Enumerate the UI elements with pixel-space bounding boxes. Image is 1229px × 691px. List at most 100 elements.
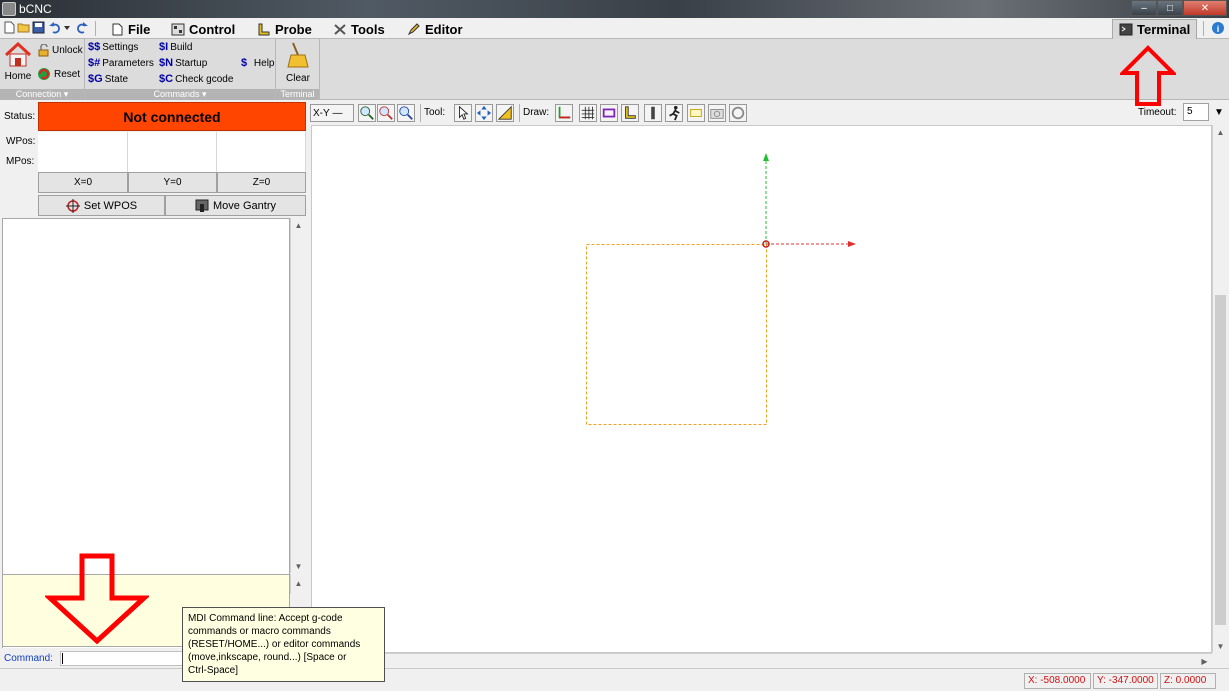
- zero-y-label: Y=0: [163, 177, 182, 188]
- grid-icon[interactable]: [579, 104, 597, 122]
- bcnc-window: bCNC – □ ✕ File Control Probe Tools Edit…: [0, 0, 1229, 691]
- zero-z-label: Z=0: [252, 177, 271, 188]
- state-button[interactable]: $G State: [88, 73, 128, 85]
- connection-group-label[interactable]: Connection ▾: [0, 89, 84, 100]
- timeout-value: 5: [1187, 106, 1193, 117]
- annotation-up-arrow: [1120, 45, 1176, 106]
- axes-icon[interactable]: [555, 104, 573, 122]
- x-coordinate-value: X: -508.0000: [1028, 675, 1086, 686]
- undo-dropdown-icon[interactable]: [63, 21, 71, 34]
- ruler-icon[interactable]: [496, 104, 514, 122]
- new-file-icon[interactable]: [3, 21, 16, 34]
- workarea-icon[interactable]: [644, 104, 662, 122]
- help-info-icon[interactable]: i: [1211, 21, 1225, 35]
- tools-icon: [334, 23, 346, 35]
- z-coordinate-readout: Z: 0.0000: [1160, 673, 1216, 689]
- y-coordinate-readout: Y: -347.0000: [1093, 673, 1158, 689]
- undo-icon[interactable]: [48, 21, 61, 34]
- maximize-button[interactable]: □: [1157, 0, 1183, 16]
- y-coordinate-value: Y: -347.0000: [1097, 675, 1154, 686]
- gcode-canvas[interactable]: [311, 125, 1212, 653]
- margins-icon[interactable]: [600, 104, 618, 122]
- paths-icon[interactable]: [687, 104, 705, 122]
- build-code: $I: [159, 41, 169, 53]
- commands-group-label[interactable]: Commands ▾: [85, 89, 275, 100]
- save-icon[interactable]: [32, 21, 45, 34]
- tooltip-line: commands or macro commands: [188, 626, 331, 637]
- tab-editor-label: Editor: [425, 21, 463, 37]
- scroll-right-icon[interactable]: ▶: [1197, 654, 1212, 668]
- scroll-thumb[interactable]: [1215, 295, 1226, 625]
- view-select[interactable]: X-Y —: [310, 104, 354, 122]
- zoom-fit-icon[interactable]: [397, 104, 415, 122]
- canvas-horizontal-scrollbar[interactable]: ▶: [311, 653, 1212, 668]
- connection-group: Home Unlock Reset Connection ▾: [0, 39, 85, 100]
- home-label: Home: [4, 71, 32, 82]
- probe-draw-icon[interactable]: [621, 104, 639, 122]
- open-folder-icon[interactable]: [17, 21, 30, 34]
- broom-icon: [287, 42, 309, 68]
- help-button[interactable]: $ Help: [241, 57, 274, 69]
- scroll-down-icon[interactable]: ▼: [1213, 639, 1228, 653]
- ribbon: Home Unlock Reset Connection ▾ $$ Setting…: [0, 39, 1229, 100]
- reset-icon: [38, 68, 50, 80]
- file-icon: [112, 23, 123, 35]
- scroll-up-icon[interactable]: ▲: [291, 218, 306, 232]
- select-cursor-icon[interactable]: [454, 104, 472, 122]
- canvas-vertical-scrollbar[interactable]: ▲ ▼: [1212, 125, 1227, 653]
- unlock-button[interactable]: Unlock: [37, 44, 83, 57]
- terminal-scrollbar[interactable]: ▲ ▼: [290, 218, 306, 573]
- tab-probe-label: Probe: [275, 21, 312, 37]
- home-button[interactable]: Home: [3, 41, 33, 82]
- redraw-icon[interactable]: [729, 104, 747, 122]
- unlock-icon: [38, 44, 49, 57]
- timeout-dropdown-icon[interactable]: ▼: [1211, 103, 1227, 121]
- mpos-label: MPos:: [6, 156, 35, 167]
- redo-icon[interactable]: [76, 21, 89, 34]
- zero-x-button[interactable]: X=0: [38, 172, 128, 193]
- zero-z-button[interactable]: Z=0: [217, 172, 306, 193]
- app-icon: [2, 2, 16, 16]
- tab-editor[interactable]: Editor: [407, 20, 463, 38]
- minimize-button[interactable]: –: [1131, 0, 1157, 16]
- tab-control[interactable]: Control: [171, 20, 235, 38]
- rapid-motion-icon[interactable]: [665, 104, 683, 122]
- check-gcode-label: Check gcode: [175, 73, 234, 85]
- startup-button[interactable]: $N Startup: [159, 57, 207, 69]
- scroll-up-icon[interactable]: ▲: [1213, 125, 1228, 139]
- zoom-in-icon[interactable]: [358, 104, 376, 122]
- commands-group-text: Commands: [153, 89, 200, 99]
- move-gantry-button[interactable]: Move Gantry: [165, 195, 306, 216]
- reset-label: Reset: [54, 68, 81, 80]
- tool-label: Tool:: [424, 107, 446, 118]
- separator: [420, 104, 421, 122]
- buffer-scrollbar[interactable]: ▲: [290, 574, 306, 594]
- gantry-icon: [195, 199, 209, 212]
- settings-button[interactable]: $$ Settings: [88, 41, 138, 53]
- tab-tools[interactable]: Tools: [333, 20, 385, 38]
- startup-code: $N: [159, 57, 174, 69]
- camera-icon[interactable]: [708, 104, 726, 122]
- reset-button[interactable]: Reset: [37, 67, 80, 81]
- clear-button[interactable]: Clear: [282, 41, 314, 84]
- draw-label: Draw:: [523, 107, 550, 118]
- x-axis-arrow: [848, 241, 856, 247]
- separator: [95, 21, 96, 36]
- tab-terminal[interactable]: Terminal: [1112, 19, 1198, 39]
- tab-file[interactable]: File: [110, 20, 150, 38]
- zoom-out-icon[interactable]: [377, 104, 395, 122]
- zero-x-label: X=0: [73, 177, 93, 188]
- timeout-input[interactable]: 5: [1183, 103, 1209, 121]
- close-button[interactable]: ✕: [1183, 0, 1227, 16]
- check-gcode-button[interactable]: $C Check gcode: [159, 73, 233, 85]
- separator: [1203, 21, 1204, 36]
- build-button[interactable]: $I Build: [159, 41, 192, 53]
- terminal-group-label: Terminal: [276, 89, 319, 100]
- scroll-down-icon[interactable]: ▼: [291, 559, 306, 573]
- zero-y-button[interactable]: Y=0: [128, 172, 217, 193]
- parameters-button[interactable]: $# Parameters: [88, 57, 154, 69]
- tab-probe[interactable]: Probe: [257, 20, 312, 38]
- pan-icon[interactable]: [475, 104, 493, 122]
- set-wpos-button[interactable]: Set WPOS: [38, 195, 165, 216]
- scroll-up-icon[interactable]: ▲: [291, 576, 306, 590]
